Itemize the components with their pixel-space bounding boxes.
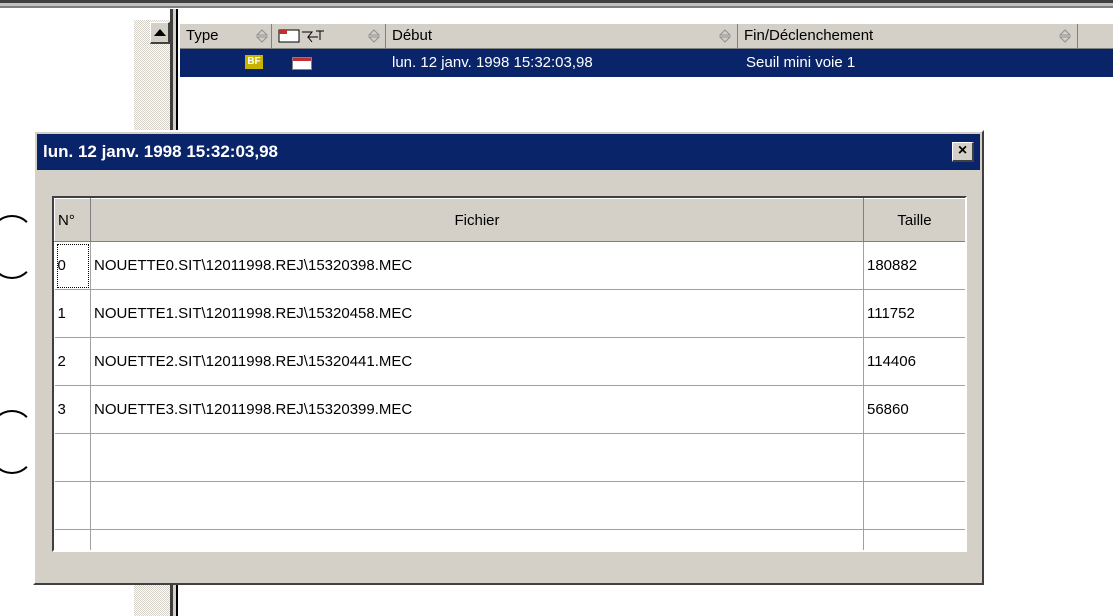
column-header-fin[interactable]: Fin/Déclenchement (738, 24, 1078, 48)
cell-empty[interactable] (90, 433, 864, 482)
table-row-empty[interactable] (54, 481, 965, 530)
cell-size[interactable]: 180882 (863, 241, 965, 290)
dialog-title: lun. 12 janv. 1998 15:32:03,98 (43, 142, 278, 161)
sort-icon (256, 29, 268, 43)
cell-empty[interactable] (54, 481, 91, 530)
header-num[interactable]: N° (54, 198, 91, 242)
cell-size[interactable]: 111752 (863, 289, 965, 338)
cell-empty[interactable] (54, 433, 91, 482)
file-table: N° Fichier Taille 0 NOUETTE0.SIT\1201199… (54, 198, 965, 550)
cell-num[interactable]: 3 (54, 385, 91, 434)
bracket-decoration-lower (0, 410, 34, 474)
event-fin: Seuil mini voie 1 (746, 54, 856, 71)
event-row-selected[interactable]: BF lun. 12 janv. 1998 15:32:03,98 Seuil … (180, 49, 1113, 77)
column-header-debut-label: Début (392, 27, 433, 44)
dialog-title-bar[interactable]: lun. 12 janv. 1998 15:32:03,98 × (37, 134, 980, 170)
table-row[interactable]: 0 NOUETTE0.SIT\12011998.REJ\15320398.MEC… (54, 241, 965, 290)
close-icon: × (957, 142, 968, 159)
header-size[interactable]: Taille (863, 198, 965, 242)
column-header-debut[interactable]: Début (386, 24, 738, 48)
sort-icon (1059, 29, 1071, 43)
sort-icon (719, 29, 731, 43)
file-grid[interactable]: N° Fichier Taille 0 NOUETTE0.SIT\1201199… (52, 196, 967, 552)
cell-num[interactable]: 0 (54, 241, 91, 290)
event-list-header: Type Début Fin/Déclenchement (180, 24, 1113, 49)
column-header-media[interactable] (272, 24, 386, 48)
cell-empty[interactable] (54, 529, 91, 550)
cell-file[interactable]: NOUETTE0.SIT\12011998.REJ\15320398.MEC (90, 241, 864, 290)
cell-empty[interactable] (90, 481, 864, 530)
column-header-type-label: Type (186, 27, 219, 44)
cell-file[interactable]: NOUETTE3.SIT\12011998.REJ\15320399.MEC (90, 385, 864, 434)
event-debut: lun. 12 janv. 1998 15:32:03,98 (392, 54, 593, 71)
scroll-up-button[interactable] (150, 22, 170, 44)
column-header-type[interactable]: Type (180, 24, 272, 48)
media-column-icon (278, 29, 324, 43)
file-table-header-row: N° Fichier Taille (54, 198, 965, 242)
cell-empty[interactable] (863, 529, 965, 550)
cell-empty[interactable] (863, 433, 965, 482)
arrow-up-icon (153, 29, 166, 36)
table-row[interactable]: 1 NOUETTE1.SIT\12011998.REJ\15320458.MEC… (54, 289, 965, 338)
event-type-badge: BF (245, 55, 263, 69)
cell-file[interactable]: NOUETTE2.SIT\12011998.REJ\15320441.MEC (90, 337, 864, 386)
table-row-empty[interactable] (54, 433, 965, 482)
bracket-decoration-upper (0, 215, 34, 279)
header-file[interactable]: Fichier (90, 198, 864, 242)
column-header-fin-label: Fin/Déclenchement (744, 27, 874, 44)
table-row[interactable]: 2 NOUETTE2.SIT\12011998.REJ\15320441.MEC… (54, 337, 965, 386)
close-button[interactable]: × (952, 142, 974, 162)
cell-file[interactable]: NOUETTE1.SIT\12011998.REJ\15320458.MEC (90, 289, 864, 338)
cell-size[interactable]: 114406 (863, 337, 965, 386)
cell-num[interactable]: 2 (54, 337, 91, 386)
cell-size[interactable]: 56860 (863, 385, 965, 434)
cell-num[interactable]: 1 (54, 289, 91, 338)
cell-empty[interactable] (863, 481, 965, 530)
sort-icon (368, 29, 380, 43)
window-frame-top-highlight (0, 8, 1113, 9)
table-row[interactable]: 3 NOUETTE3.SIT\12011998.REJ\15320399.MEC… (54, 385, 965, 434)
cell-empty[interactable] (90, 529, 864, 550)
card-icon (292, 57, 312, 70)
table-row-empty[interactable] (54, 529, 965, 550)
file-list-dialog: lun. 12 janv. 1998 15:32:03,98 × N° Fich… (33, 130, 984, 585)
